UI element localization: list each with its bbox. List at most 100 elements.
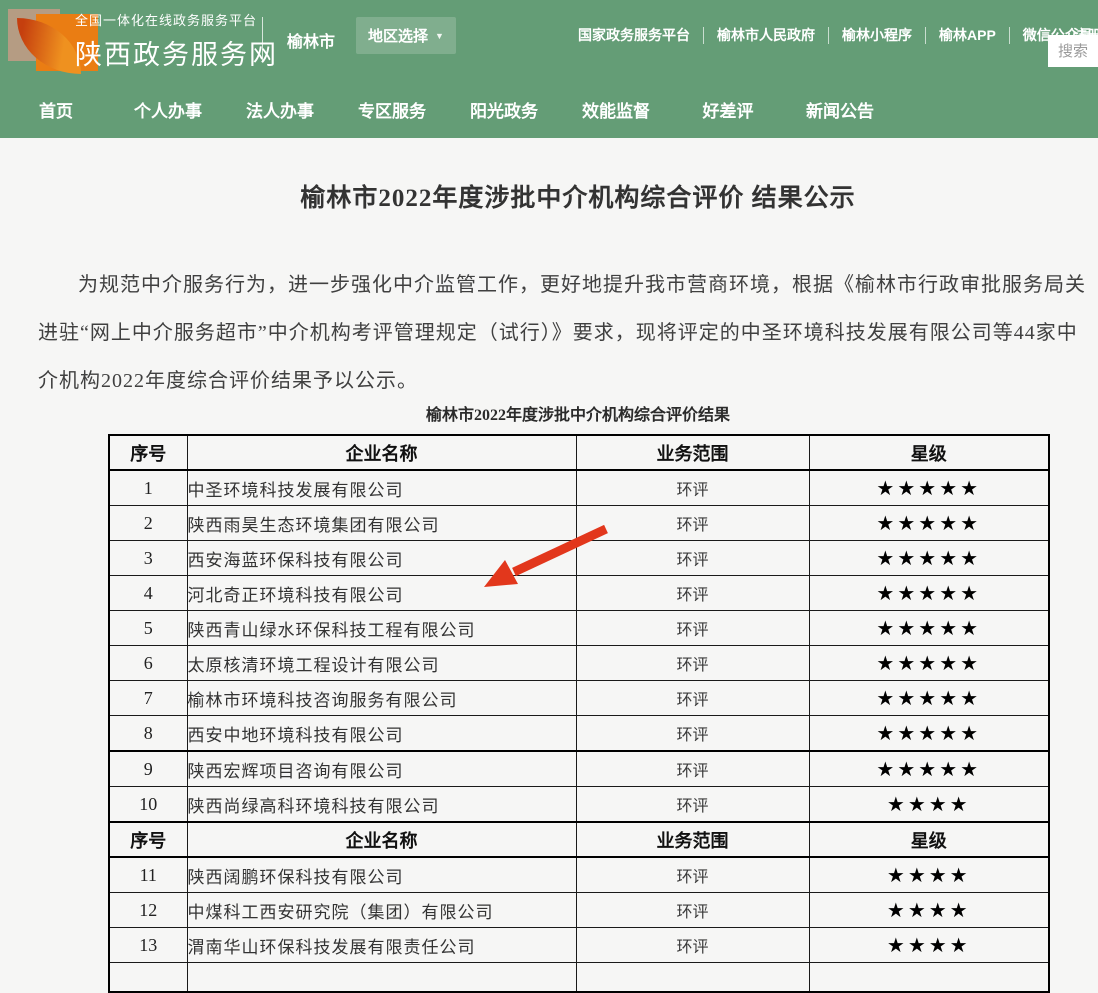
nav-item[interactable]: 法人办事 <box>224 97 336 122</box>
table-row: 11陕西阔鹏环保科技有限公司环评★★★★ <box>109 857 1049 893</box>
paragraph-line: 介机构2022年度综合评价结果予以公示。 <box>38 357 1098 405</box>
cell-scope: 环评 <box>576 716 809 752</box>
cell-scope: 环评 <box>576 611 809 646</box>
column-header: 企业名称 <box>187 822 576 857</box>
cell-scope: 环评 <box>576 928 809 963</box>
table-row: 10陕西尚绿高科环境科技有限公司环评★★★★ <box>109 787 1049 823</box>
cell-no: 8 <box>109 716 187 752</box>
table-row: 6太原核清环境工程设计有限公司环评★★★★★ <box>109 646 1049 681</box>
cell-name: 陕西雨昊生态环境集团有限公司 <box>187 506 576 541</box>
cell-name: 太原核清环境工程设计有限公司 <box>187 646 576 681</box>
cell-no: 9 <box>109 751 187 787</box>
cell-no: 5 <box>109 611 187 646</box>
cell-scope: 环评 <box>576 681 809 716</box>
nav-item[interactable]: 专区服务 <box>336 97 448 122</box>
table-row: 13渭南华山环保科技发展有限责任公司环评★★★★ <box>109 928 1049 963</box>
site-name: 陕西政务服务网 <box>75 33 278 72</box>
search-input[interactable] <box>1048 35 1098 67</box>
cell-no: 11 <box>109 857 187 893</box>
region-selector-label: 地区选择 <box>368 25 428 46</box>
cell-stars: ★★★★★ <box>809 576 1049 611</box>
top-links: 国家政务服务平台榆林市人民政府榆林小程序榆林APP微信公众号 <box>578 25 1093 45</box>
cell-stars: ★★★★ <box>809 857 1049 893</box>
cell-empty <box>109 963 187 993</box>
table-caption: 榆林市2022年度涉批中介机构综合评价结果 <box>0 406 1098 426</box>
cell-name: 渭南华山环保科技发展有限责任公司 <box>187 928 576 963</box>
column-header: 序号 <box>109 822 187 857</box>
nav-item[interactable]: 个人办事 <box>112 97 224 122</box>
cell-name: 陕西尚绿高科环境科技有限公司 <box>187 787 576 823</box>
header-top-row: 全国一体化在线政务服务平台 陕西政务服务网 榆林市 地区选择 ▼ 国家政务服务平… <box>0 0 1098 80</box>
cell-stars: ★★★★★ <box>809 716 1049 752</box>
table-header-row: 序号企业名称业务范围星级 <box>109 435 1049 470</box>
header-link[interactable]: 榆林市人民政府 <box>717 25 815 45</box>
cell-name: 陕西宏辉项目咨询有限公司 <box>187 751 576 787</box>
cell-no: 3 <box>109 541 187 576</box>
table-row <box>109 963 1049 993</box>
cell-no: 6 <box>109 646 187 681</box>
current-city-link[interactable]: 榆林市 <box>287 28 335 52</box>
column-header: 业务范围 <box>576 822 809 857</box>
paragraph-line: 为规范中介服务行为，进一步强化中介监管工作，更好地提升我市营商环境，根据《榆林市… <box>38 261 1098 309</box>
nav-item[interactable]: 阳光政务 <box>448 97 560 122</box>
divider <box>925 27 926 44</box>
cell-scope: 环评 <box>576 506 809 541</box>
table-row: 12中煤科工西安研究院（集团）有限公司环评★★★★ <box>109 893 1049 928</box>
cell-scope: 环评 <box>576 470 809 506</box>
chevron-down-icon: ▼ <box>435 31 444 41</box>
cell-name: 中煤科工西安研究院（集团）有限公司 <box>187 893 576 928</box>
cell-name: 河北奇正环境科技有限公司 <box>187 576 576 611</box>
cell-stars: ★★★★★ <box>809 541 1049 576</box>
column-header: 企业名称 <box>187 435 576 470</box>
cell-scope: 环评 <box>576 751 809 787</box>
cell-empty <box>809 963 1049 993</box>
divider <box>828 27 829 44</box>
cell-no: 12 <box>109 893 187 928</box>
cell-stars: ★★★★★ <box>809 470 1049 506</box>
cell-stars: ★★★★★ <box>809 611 1049 646</box>
table-row: 4河北奇正环境科技有限公司环评★★★★★ <box>109 576 1049 611</box>
table-row: 5陕西青山绿水环保科技工程有限公司环评★★★★★ <box>109 611 1049 646</box>
cell-scope: 环评 <box>576 857 809 893</box>
results-table: 序号企业名称业务范围星级1中圣环境科技发展有限公司环评★★★★★2陕西雨昊生态环… <box>108 434 1050 993</box>
table-header-row: 序号企业名称业务范围星级 <box>109 822 1049 857</box>
nav-item[interactable]: 好差评 <box>672 97 784 122</box>
divider <box>1009 27 1010 44</box>
cell-stars: ★★★★ <box>809 928 1049 963</box>
announcement-paragraph: 为规范中介服务行为，进一步强化中介监管工作，更好地提升我市营商环境，根据《榆林市… <box>0 261 1098 405</box>
cell-stars: ★★★★★ <box>809 751 1049 787</box>
header-link[interactable]: 榆林APP <box>939 25 996 45</box>
nav-item[interactable]: 效能监督 <box>560 97 672 122</box>
cell-stars: ★★★★ <box>809 787 1049 823</box>
nav-item[interactable]: 首页 <box>0 97 112 122</box>
table-row: 8西安中地环境科技有限公司环评★★★★★ <box>109 716 1049 752</box>
cell-name: 陕西青山绿水环保科技工程有限公司 <box>187 611 576 646</box>
main-nav: 首页个人办事法人办事专区服务阳光政务效能监督好差评新闻公告 <box>0 80 1098 138</box>
table-row: 1中圣环境科技发展有限公司环评★★★★★ <box>109 470 1049 506</box>
divider <box>262 17 263 61</box>
page-title: 榆林市2022年度涉批中介机构综合评价 结果公示 <box>0 138 1098 214</box>
region-selector-button[interactable]: 地区选择 ▼ <box>356 17 456 54</box>
cell-no: 2 <box>109 506 187 541</box>
column-header: 星级 <box>809 435 1049 470</box>
divider <box>703 27 704 44</box>
cell-empty <box>187 963 576 993</box>
cell-stars: ★★★★★ <box>809 681 1049 716</box>
table-row: 9陕西宏辉项目咨询有限公司环评★★★★★ <box>109 751 1049 787</box>
brand-block: 全国一体化在线政务服务平台 陕西政务服务网 <box>75 10 278 72</box>
table-row: 2陕西雨昊生态环境集团有限公司环评★★★★★ <box>109 506 1049 541</box>
column-header: 业务范围 <box>576 435 809 470</box>
cell-empty <box>576 963 809 993</box>
header-link[interactable]: 榆林小程序 <box>842 25 912 45</box>
cell-stars: ★★★★★ <box>809 506 1049 541</box>
table-row: 3西安海蓝环保科技有限公司环评★★★★★ <box>109 541 1049 576</box>
cell-stars: ★★★★ <box>809 893 1049 928</box>
header-link[interactable]: 国家政务服务平台 <box>578 25 690 45</box>
nav-item[interactable]: 新闻公告 <box>784 97 896 122</box>
cell-name: 陕西阔鹏环保科技有限公司 <box>187 857 576 893</box>
cell-scope: 环评 <box>576 646 809 681</box>
cell-no: 13 <box>109 928 187 963</box>
cell-no: 10 <box>109 787 187 823</box>
table-row: 7榆林市环境科技咨询服务有限公司环评★★★★★ <box>109 681 1049 716</box>
site-header: 全国一体化在线政务服务平台 陕西政务服务网 榆林市 地区选择 ▼ 国家政务服务平… <box>0 0 1098 138</box>
